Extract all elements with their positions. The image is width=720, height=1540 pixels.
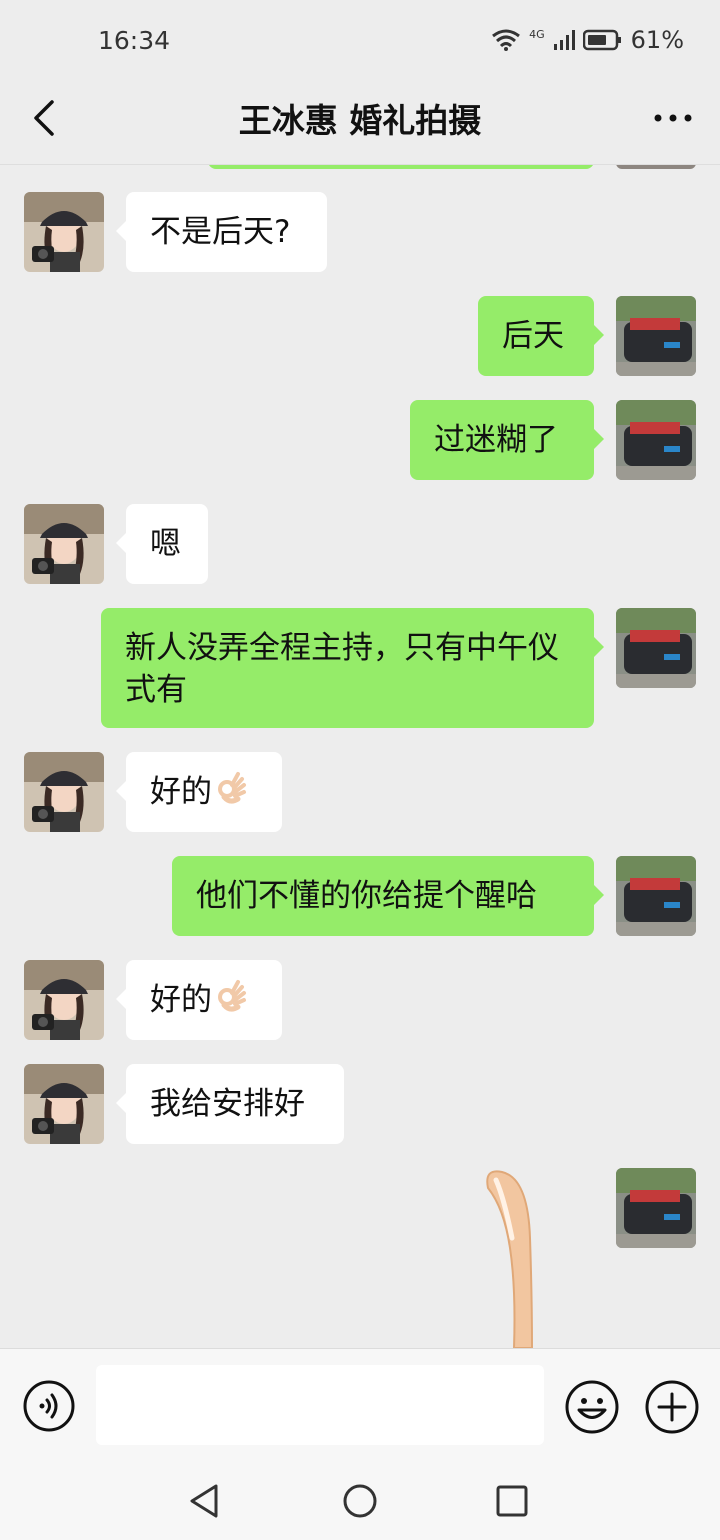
message-bubble[interactable]: 我给安排好 — [116, 1064, 344, 1144]
message-list[interactable]: 不是后天? 后天 过迷糊了 嗯 新人没弄全程主持，只有中午仪式有 好的 他们不懂… — [0, 165, 720, 1348]
my-avatar[interactable] — [616, 400, 696, 480]
smiley-icon[interactable] — [564, 1379, 620, 1435]
message-text: 他们不懂的你给提个醒哈 — [196, 878, 537, 914]
message-text: 我给安排好 — [150, 1086, 305, 1122]
message-input[interactable] — [96, 1365, 544, 1445]
more-dots-icon[interactable] — [650, 96, 696, 140]
message-bubble[interactable]: 新人没弄全程主持，只有中午仪式有 — [101, 608, 604, 728]
contact-avatar[interactable] — [24, 504, 104, 584]
nav-recents-icon[interactable] — [492, 1481, 532, 1521]
my-avatar[interactable] — [616, 296, 696, 376]
my-avatar[interactable] — [616, 856, 696, 936]
plus-icon[interactable] — [644, 1379, 700, 1435]
message-text: 不是后天? — [150, 214, 291, 250]
message-bubble[interactable]: 后天 — [478, 296, 604, 376]
avatar-partial — [616, 165, 696, 169]
contact-avatar[interactable] — [24, 1064, 104, 1144]
contact-avatar[interactable] — [24, 192, 104, 272]
message-text: 嗯 — [150, 526, 181, 562]
message-bubble[interactable]: 嗯 — [116, 504, 208, 584]
message-text: 新人没弄全程主持，只有中午仪式有 — [125, 630, 559, 708]
cat-tail-sticker[interactable] — [470, 1168, 560, 1348]
ok-hand-emoji — [214, 771, 248, 816]
wifi-icon — [491, 28, 521, 52]
status-time: 16:34 — [98, 26, 171, 55]
chat-header: 王冰惠 婚礼拍摄 — [0, 80, 720, 165]
battery-percent: 61% — [630, 26, 684, 54]
message-text: 好的 — [150, 982, 212, 1018]
message-bubble[interactable]: 过迷糊了 — [410, 400, 604, 480]
message-bubble[interactable]: 他们不懂的你给提个醒哈 — [172, 856, 604, 936]
voice-icon[interactable] — [22, 1379, 76, 1433]
message-text: 过迷糊了 — [434, 422, 558, 458]
contact-avatar[interactable] — [24, 960, 104, 1040]
contact-avatar[interactable] — [24, 752, 104, 832]
previous-bubble-partial — [208, 165, 594, 169]
my-avatar[interactable] — [616, 1168, 696, 1248]
system-nav-bar — [0, 1463, 720, 1540]
nav-home-icon[interactable] — [340, 1481, 380, 1521]
network-label: 4G — [529, 27, 545, 41]
my-avatar[interactable] — [616, 608, 696, 688]
input-bar — [0, 1348, 720, 1464]
message-text: 好的 — [150, 774, 212, 810]
ok-hand-emoji — [214, 979, 248, 1024]
battery-icon — [582, 29, 623, 51]
message-bubble[interactable]: 好的 — [116, 960, 282, 1040]
status-bar: 16:34 4G 61% — [0, 0, 720, 80]
chat-title: 王冰惠 婚礼拍摄 — [238, 101, 482, 140]
signal-icon — [553, 29, 575, 51]
message-bubble[interactable]: 不是后天? — [116, 192, 327, 272]
nav-back-icon[interactable] — [186, 1481, 226, 1521]
message-bubble[interactable]: 好的 — [116, 752, 282, 832]
message-text: 后天 — [502, 318, 564, 354]
